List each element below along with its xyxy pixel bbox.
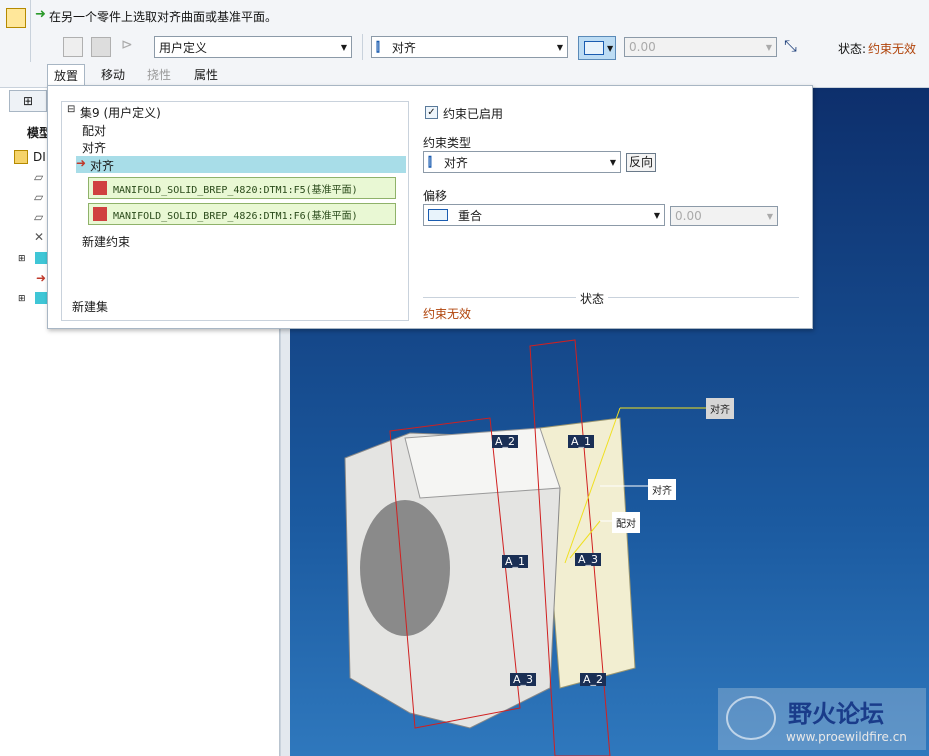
chevron-down-icon: ▼ — [653, 210, 661, 220]
copy-icon[interactable] — [91, 37, 111, 57]
align-icon: ⫿ — [376, 39, 380, 54]
callout-label[interactable]: 对齐 — [648, 479, 676, 500]
reference-1[interactable]: MANIFOLD_SOLID_BREP_4820:DTM1:F5(基准平面) — [88, 177, 396, 199]
constraint-list: ⊟ 集9 (用户定义) 配对 对齐 ➜ 对齐 MANIFOLD_SOLID_BR… — [61, 101, 409, 321]
chevron-down-icon: ▼ — [766, 211, 774, 221]
datum-tag[interactable]: A_3 — [575, 553, 602, 566]
constraint-item-mate[interactable]: 配对 — [82, 122, 106, 139]
root-assembly-icon — [14, 150, 28, 164]
offset-value-input[interactable]: 0.00 ▼ — [624, 37, 777, 57]
set-type-value: 用户定义 — [159, 40, 208, 55]
tab-flexibility: 挠性 — [146, 67, 171, 82]
datum-tag[interactable]: A_3 — [510, 673, 537, 686]
offset-type-select[interactable]: 重合 ▼ — [423, 204, 665, 226]
watermark-title: 野火论坛 — [788, 700, 884, 728]
expand-icon[interactable]: ⊞ — [18, 294, 26, 304]
datum-tag[interactable]: A_1 — [502, 555, 529, 568]
chevron-down-icon: ▼ — [609, 157, 617, 167]
set-type-select[interactable]: 用户定义 ▼ — [154, 36, 352, 58]
constraint-value: 对齐 — [391, 40, 416, 55]
status-divider — [423, 297, 799, 298]
csys-icon: ✕ — [34, 230, 45, 244]
flip-direction-icon[interactable]: ⤡ — [784, 36, 802, 56]
expand-icon[interactable]: ⊞ — [18, 254, 26, 264]
chevron-down-icon: ▼ — [607, 43, 614, 53]
status-section-title: 状态 — [576, 290, 609, 307]
active-constraint-row[interactable]: ➜ 对齐 — [76, 156, 406, 173]
watermark-url: www.proewildfire.cn — [786, 730, 907, 744]
root-label[interactable]: DI — [33, 150, 46, 164]
model-tree-tab[interactable]: ⊞ — [9, 90, 47, 112]
part-icon — [35, 252, 47, 264]
coincident-icon — [584, 41, 604, 55]
tab-placement[interactable]: 放置 — [47, 64, 85, 86]
butterfly-logo-icon — [726, 696, 776, 740]
insert-here-icon: ➜ — [36, 271, 47, 285]
constraint-type-label: 约束类型 — [423, 136, 472, 150]
message-prompt: 在另一个零件上选取对齐曲面或基准平面。 — [49, 10, 278, 24]
collapse-icon[interactable]: ⊟ — [67, 104, 75, 115]
coincident-icon — [428, 209, 448, 221]
current-arrow-icon: ➜ — [76, 156, 87, 170]
part-icon — [93, 207, 107, 221]
divider — [362, 34, 363, 60]
tab-move[interactable]: 移动 — [94, 64, 132, 84]
offset-type-button[interactable]: ▼ — [578, 36, 616, 60]
prompt-arrow-icon: ➜ — [35, 7, 46, 22]
chevron-down-icon: ▼ — [340, 42, 348, 52]
datum-tag[interactable]: A_2 — [492, 435, 519, 448]
datum-plane-icon: ▱ — [34, 170, 44, 184]
assembly-icon[interactable] — [6, 8, 26, 28]
constraint-item-align[interactable]: 对齐 — [82, 139, 106, 156]
status-value: 约束无效 — [868, 42, 917, 56]
chevron-down-icon: ▼ — [765, 42, 773, 52]
set-title[interactable]: 集9 (用户定义) — [80, 104, 161, 121]
datum-tag[interactable]: A_2 — [580, 673, 607, 686]
watermark: 野火论坛 www.proewildfire.cn — [718, 688, 926, 750]
new-set-button[interactable]: 新建集 — [72, 298, 108, 315]
panel-offset-input[interactable]: 0.00 ▼ — [670, 206, 778, 226]
datum-tag[interactable]: A_1 — [568, 435, 595, 448]
status-label: 状态: — [838, 42, 867, 56]
callout-label[interactable]: 配对 — [612, 512, 640, 533]
reference-2[interactable]: MANIFOLD_SOLID_BREP_4826:DTM1:F6(基准平面) — [88, 203, 396, 225]
constraint-select[interactable]: ⫿ 对齐 ▼ — [371, 36, 568, 58]
part-icon — [35, 292, 47, 304]
status-text: 约束无效 — [423, 307, 472, 321]
constraint-type-select[interactable]: ⫿ 对齐 ▼ — [423, 151, 621, 173]
placement-panel: ⊟ 集9 (用户定义) 配对 对齐 ➜ 对齐 MANIFOLD_SOLID_BR… — [47, 85, 813, 329]
flip-button[interactable]: 反向 — [626, 153, 656, 172]
enabled-label: 约束已启用 — [443, 107, 504, 121]
offset-label: 偏移 — [423, 189, 448, 203]
new-constraint-button[interactable]: 新建约束 — [82, 233, 130, 250]
enabled-checkbox[interactable]: ✓ — [425, 106, 438, 119]
tab-properties[interactable]: 属性 — [187, 64, 225, 84]
chevron-down-icon: ▼ — [556, 42, 564, 52]
callout-label[interactable]: 对齐 — [706, 398, 734, 419]
edit-definition-icon[interactable] — [63, 37, 83, 57]
datum-plane-icon: ▱ — [34, 210, 44, 224]
flip-icon[interactable]: ⊳ — [121, 37, 141, 57]
active-constraint-label: 对齐 — [90, 159, 115, 173]
align-icon: ⫿ — [428, 154, 432, 169]
datum-plane-icon: ▱ — [34, 190, 44, 204]
part-icon — [93, 181, 107, 195]
divider — [30, 0, 31, 62]
dashboard: ➜ 在另一个零件上选取对齐曲面或基准平面。 ⊳ 用户定义 ▼ ⫿ 对齐 ▼ ▼ … — [0, 0, 929, 88]
